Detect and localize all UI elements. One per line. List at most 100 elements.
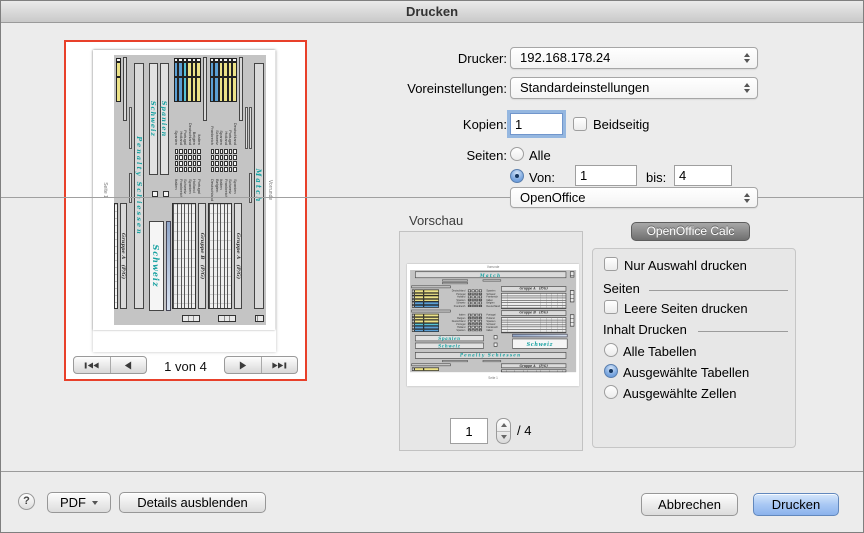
score-grid-row <box>468 326 484 328</box>
pages-all-radio[interactable] <box>510 147 524 161</box>
sheet-info-strip <box>249 107 252 149</box>
score-cell <box>220 155 224 160</box>
seiten-section-line <box>649 290 788 291</box>
printer-value: 192.168.178.24 <box>520 50 610 65</box>
score-cell <box>468 299 471 301</box>
score-cell <box>184 149 188 154</box>
standings-row <box>213 204 217 308</box>
pages-from-input[interactable] <box>575 165 637 186</box>
sheet-footer-note: Seite 1 <box>102 50 108 330</box>
stepper-up-button[interactable] <box>497 419 510 432</box>
score-cell <box>472 305 475 307</box>
score-cell <box>229 167 233 172</box>
score-cell <box>184 161 188 166</box>
score-cell <box>189 155 193 160</box>
previous-page-button[interactable] <box>110 357 147 373</box>
next-page-button[interactable] <box>225 357 261 373</box>
score-cell <box>479 296 482 298</box>
score-cell <box>475 305 478 307</box>
sheet-winner-box: Schweiz <box>149 221 164 311</box>
pdf-menu-button[interactable]: PDF <box>47 492 111 513</box>
rotated-sheet-holder: Vorrunde Match DeutschlandPortugalHollan… <box>93 50 275 330</box>
score-cell <box>475 296 478 298</box>
sheet-info-strip <box>483 279 501 281</box>
vorschau-page-input[interactable] <box>450 418 488 444</box>
score-cell <box>175 167 179 172</box>
standings-row <box>177 204 181 308</box>
score-cell <box>479 326 482 328</box>
sheet-score-grid <box>468 314 484 332</box>
standings-row <box>227 204 231 308</box>
copies-input[interactable] <box>510 113 563 135</box>
all-tables-radio[interactable] <box>604 343 618 357</box>
score-cell <box>234 161 238 166</box>
sheet-group-b-header: Gruppe B (P/G) <box>501 310 566 315</box>
score-cell <box>184 167 188 172</box>
empty-pages-label: Leere Seiten drucken <box>624 301 748 316</box>
sheet-team-row <box>188 58 193 102</box>
presets-value: Standardeinstellungen <box>520 80 649 95</box>
score-cell <box>180 161 184 166</box>
printer-popup[interactable]: 192.168.178.24 <box>510 47 758 69</box>
pages-to-input[interactable] <box>674 165 732 186</box>
pages-range-radio[interactable] <box>510 169 524 183</box>
sheet-standings-table <box>172 203 196 309</box>
mini-country-name: Spanien <box>174 111 179 145</box>
app-options-popup[interactable]: OpenOffice <box>510 187 758 208</box>
selected-cells-radio[interactable] <box>604 385 618 399</box>
score-grid-row <box>468 293 484 295</box>
sheet-penalty-title: Penalty Schiessen <box>134 63 144 309</box>
cancel-button[interactable]: Abbrechen <box>641 493 738 516</box>
standings-row <box>209 204 213 308</box>
sheet-edge-box <box>570 271 574 277</box>
sheet-edge-box <box>182 315 200 322</box>
score-cell <box>229 161 233 166</box>
printer-label: Drucker: <box>307 51 507 66</box>
last-page-button[interactable] <box>261 357 298 373</box>
sheet-info-strip <box>442 282 468 284</box>
score-cell <box>189 149 193 154</box>
sheet-team-row <box>215 58 220 102</box>
hide-details-button[interactable]: Details ausblenden <box>119 492 266 513</box>
stepper-down-button[interactable] <box>497 432 510 444</box>
score-cell <box>479 305 482 307</box>
sheet-standings-table <box>501 317 566 333</box>
print-selection-label: Nur Auswahl drucken <box>624 258 747 273</box>
score-cell <box>479 290 482 292</box>
first-page-button[interactable] <box>74 357 110 373</box>
sheet-team-row <box>412 305 439 308</box>
help-button[interactable]: ? <box>18 493 35 510</box>
print-selection-checkbox[interactable] <box>604 257 618 271</box>
mini-country-name: Deutschland <box>188 111 193 145</box>
score-cell <box>234 155 238 160</box>
skip-first-icon <box>84 361 99 370</box>
page-preview-frame[interactable]: Vorrunde Match DeutschlandPortugalHollan… <box>64 40 307 381</box>
sheet-info-strip <box>442 360 468 362</box>
score-cell <box>198 149 202 154</box>
sheet-group-b-table <box>412 314 439 332</box>
score-grid-row <box>189 149 193 175</box>
print-button[interactable]: Drucken <box>753 493 839 516</box>
sheet-edge-box <box>570 290 574 302</box>
score-cell <box>468 314 471 316</box>
standings-row <box>502 306 566 308</box>
sheet-team-row <box>197 58 202 102</box>
sheet-team-row <box>179 58 184 102</box>
content-section-label: Inhalt Drucken <box>603 322 687 337</box>
selected-cells-label: Ausgewählte Zellen <box>623 386 736 401</box>
mini-country-name: Spanien <box>445 329 466 332</box>
presets-popup[interactable]: Standardeinstellungen <box>510 77 758 99</box>
empty-pages-checkbox[interactable] <box>604 300 618 314</box>
popup-arrows-icon <box>744 83 750 93</box>
sheet-group-strip <box>239 57 243 121</box>
selected-tables-radio[interactable] <box>604 364 618 378</box>
duplex-checkbox[interactable] <box>573 117 587 131</box>
sheet-score-grid <box>174 149 201 175</box>
cancel-button-label: Abbrechen <box>658 497 721 512</box>
score-cell <box>211 167 215 172</box>
sheet-score-grid <box>468 290 484 308</box>
score-cell <box>475 323 478 325</box>
sheet-match-title: Match <box>254 63 264 309</box>
score-cell <box>472 293 475 295</box>
sheet-spanien-box: Spanien <box>160 63 169 175</box>
